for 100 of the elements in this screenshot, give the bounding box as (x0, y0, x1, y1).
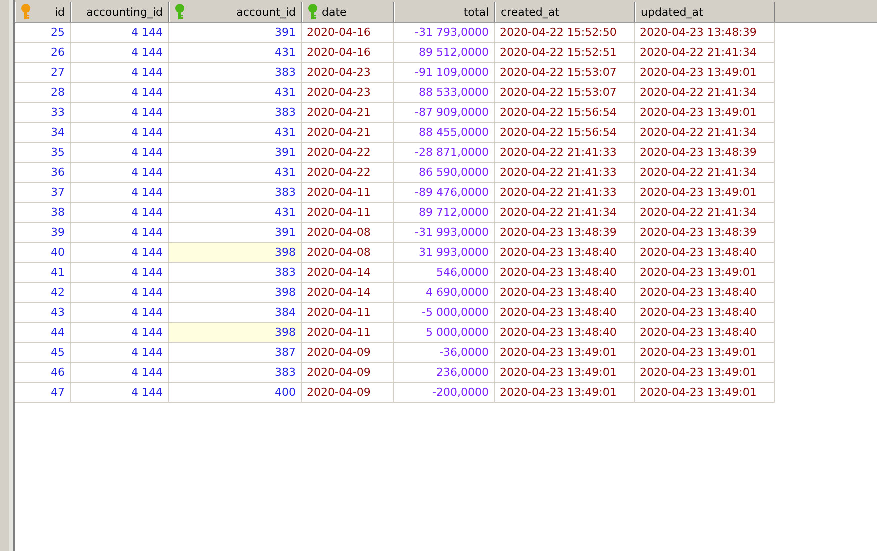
table-cell: 2020-04-21 (302, 103, 394, 123)
table-cell: 28 (15, 83, 71, 103)
table-cell: 2020-04-23 13:49:01 (635, 343, 775, 363)
table-cell: 2020-04-23 13:49:01 (635, 383, 775, 403)
table-cell: 2020-04-23 13:49:01 (635, 183, 775, 203)
table-cell: 40 (15, 243, 71, 263)
table-cell: 400 (169, 383, 302, 403)
table-cell: 2020-04-22 21:41:34 (635, 123, 775, 143)
table-cell: 27 (15, 63, 71, 83)
panel-splitter[interactable] (0, 0, 15, 551)
table-cell: 431 (169, 123, 302, 143)
table-cell: 2020-04-14 (302, 283, 394, 303)
table-cell: 2020-04-23 13:49:01 (635, 63, 775, 83)
table-cell: 2020-04-22 15:53:07 (495, 83, 635, 103)
table-cell: 2020-04-21 (302, 123, 394, 143)
column-header[interactable]: total (394, 2, 495, 22)
table-cell: 33 (15, 103, 71, 123)
table-cell: 2020-04-23 13:49:01 (635, 103, 775, 123)
table-cell: 4 144 (71, 123, 169, 143)
table-cell: 2020-04-09 (302, 383, 394, 403)
table-cell: 383 (169, 103, 302, 123)
table-cell: 2020-04-08 (302, 243, 394, 263)
table-cell: 398 (169, 243, 302, 263)
table-cell: 2020-04-22 (302, 143, 394, 163)
table-cell: -28 871,0000 (394, 143, 495, 163)
table-cell: 431 (169, 83, 302, 103)
table-cell: 2020-04-23 13:48:40 (635, 243, 775, 263)
table-cell: 41 (15, 263, 71, 283)
table-cell: 2020-04-23 13:48:40 (495, 323, 635, 343)
table-cell: 2020-04-08 (302, 223, 394, 243)
column-header[interactable]: accounting_id (71, 2, 169, 22)
table-cell: 2020-04-22 (302, 163, 394, 183)
table-cell: 431 (169, 43, 302, 63)
table-cell: 2020-04-23 13:48:40 (495, 283, 635, 303)
table-cell: 4 144 (71, 43, 169, 63)
table-cell: 2020-04-22 15:53:07 (495, 63, 635, 83)
table-cell: 31 993,0000 (394, 243, 495, 263)
table-cell: 44 (15, 323, 71, 343)
table-cell: 4 144 (71, 183, 169, 203)
table-cell: 2020-04-23 13:49:01 (635, 363, 775, 383)
table-cell: 2020-04-23 13:48:40 (495, 243, 635, 263)
table-cell: 2020-04-22 21:41:33 (495, 163, 635, 183)
table-cell: 2020-04-11 (302, 183, 394, 203)
table-cell: 236,0000 (394, 363, 495, 383)
table-cell: 86 590,0000 (394, 163, 495, 183)
table-cell: 391 (169, 223, 302, 243)
table-cell: 47 (15, 383, 71, 403)
column-header[interactable]: id (15, 2, 71, 22)
table-cell: 4 144 (71, 303, 169, 323)
table-cell: 2020-04-09 (302, 363, 394, 383)
column-header[interactable]: date (302, 2, 394, 22)
column-header[interactable]: account_id (169, 2, 302, 22)
table-cell: 4 144 (71, 363, 169, 383)
table-cell: 88 455,0000 (394, 123, 495, 143)
table-cell: 2020-04-22 21:41:33 (495, 183, 635, 203)
table-cell: 2020-04-23 13:48:40 (635, 283, 775, 303)
table-cell: 25 (15, 23, 71, 43)
table-cell: 2020-04-23 (302, 83, 394, 103)
table-cell: 384 (169, 303, 302, 323)
column-header[interactable]: created_at (495, 2, 635, 22)
table-cell: 2020-04-22 15:56:54 (495, 103, 635, 123)
table-cell: 398 (169, 283, 302, 303)
table-cell: 546,0000 (394, 263, 495, 283)
table-cell: 45 (15, 343, 71, 363)
table-cell: 2020-04-23 13:48:39 (495, 223, 635, 243)
table-cell: -31 993,0000 (394, 223, 495, 243)
table-cell: 2020-04-22 15:56:54 (495, 123, 635, 143)
table-cell: 2020-04-22 21:41:33 (495, 143, 635, 163)
table-cell: 2020-04-22 15:52:51 (495, 43, 635, 63)
table-cell: 4 144 (71, 343, 169, 363)
table-cell: -200,0000 (394, 383, 495, 403)
table-cell: 383 (169, 263, 302, 283)
table-cell: 383 (169, 183, 302, 203)
table-cell: 4 144 (71, 383, 169, 403)
table-cell: -87 909,0000 (394, 103, 495, 123)
table-cell: 4 144 (71, 323, 169, 343)
table-cell: 39 (15, 223, 71, 243)
table-cell: 2020-04-23 13:49:01 (635, 263, 775, 283)
table-cell: 2020-04-23 13:48:40 (495, 263, 635, 283)
table-cell: 2020-04-23 13:49:01 (495, 383, 635, 403)
table-cell: 2020-04-11 (302, 323, 394, 343)
table-cell: -91 109,0000 (394, 63, 495, 83)
column-header[interactable]: updated_at (635, 2, 775, 22)
table-cell: 2020-04-14 (302, 263, 394, 283)
table-cell: 2020-04-23 13:48:39 (635, 23, 775, 43)
table-cell: 2020-04-22 21:41:34 (635, 203, 775, 223)
table-cell: 383 (169, 363, 302, 383)
table-cell: 4 144 (71, 83, 169, 103)
table-cell: 4 144 (71, 223, 169, 243)
table-cell: 4 690,0000 (394, 283, 495, 303)
table-cell: 36 (15, 163, 71, 183)
table-cell: 2020-04-23 13:48:40 (635, 323, 775, 343)
table-cell: 38 (15, 203, 71, 223)
table-cell: 89 512,0000 (394, 43, 495, 63)
table-cell: 391 (169, 23, 302, 43)
table-cell: 431 (169, 163, 302, 183)
table-cell: 4 144 (71, 263, 169, 283)
table-cell: 4 144 (71, 143, 169, 163)
table-cell: 88 533,0000 (394, 83, 495, 103)
table-cell: 4 144 (71, 103, 169, 123)
